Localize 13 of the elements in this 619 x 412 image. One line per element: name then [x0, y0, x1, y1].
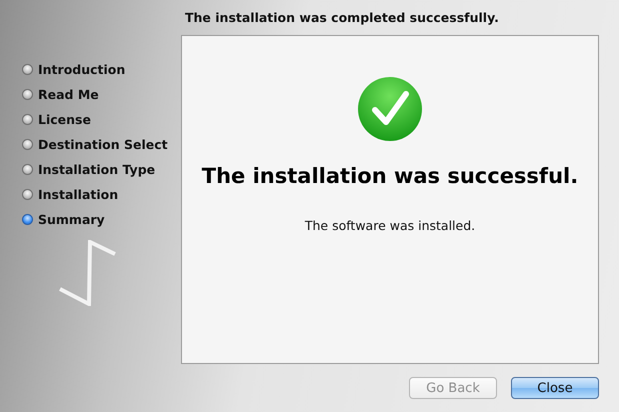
step-label: Installation Type — [38, 162, 156, 177]
step-label: License — [38, 112, 91, 127]
success-message: The software was installed. — [304, 218, 476, 233]
step-label: Read Me — [38, 87, 99, 102]
status-heading: The installation was completed successfully. — [184, 9, 500, 27]
success-headline: The installation was successful. — [202, 164, 578, 188]
step-label: Installation — [38, 187, 118, 202]
close-button[interactable]: Close — [511, 377, 599, 399]
checkmark-icon — [357, 76, 423, 142]
step-label: Introduction — [38, 62, 126, 77]
step-label: Summary — [38, 212, 105, 227]
step-label: Destination Select — [38, 137, 168, 152]
zigzag-logo-icon — [58, 240, 118, 306]
